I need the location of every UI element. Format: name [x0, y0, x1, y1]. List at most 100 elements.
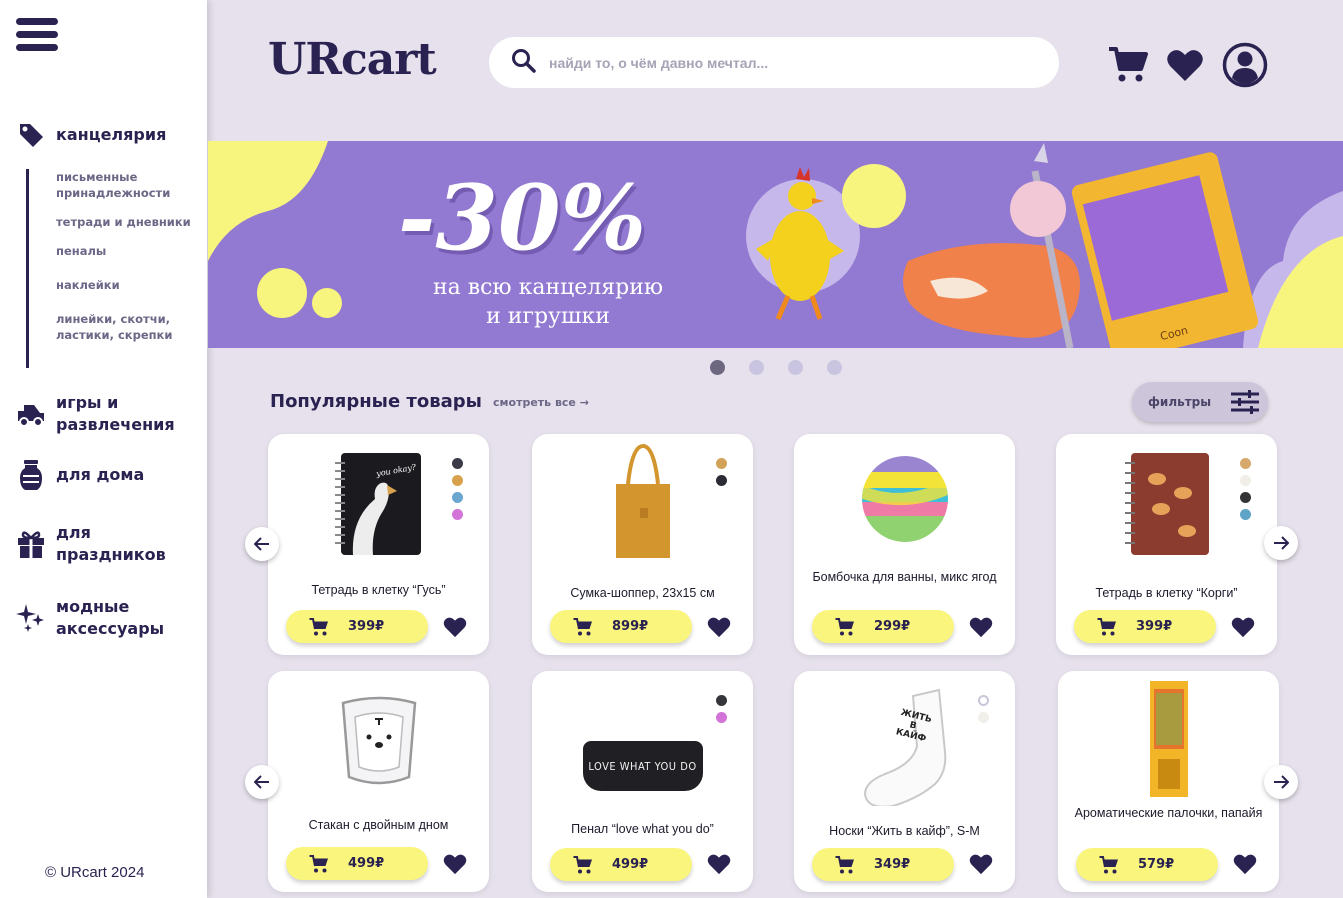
heart-icon[interactable] — [443, 616, 467, 638]
sidebar-item-label: для дома — [56, 465, 145, 484]
filters-label: фильтры — [1148, 395, 1212, 409]
logo[interactable]: URcart — [268, 34, 437, 85]
product-price: 499₽ — [612, 857, 649, 872]
product-card[interactable]: Сумка-шоппер, 23x15 см 899₽ — [532, 434, 753, 655]
pencil-case-print: LOVE WHAT YOU DO — [582, 741, 703, 791]
add-to-cart-button[interactable]: 399₽ — [286, 610, 428, 643]
heart-icon[interactable] — [1233, 853, 1257, 875]
product-price: 299₽ — [874, 619, 911, 634]
toy-car-icon — [16, 399, 46, 429]
sparkles-icon — [16, 603, 46, 633]
color-swatch[interactable] — [452, 509, 463, 520]
sidebar-item-stationery[interactable]: канцелярия — [16, 120, 166, 150]
glass-cup-image — [268, 681, 489, 801]
subcategory-rulers[interactable]: линейки, скотчи, ластики, скрепки — [56, 311, 196, 343]
heart-icon[interactable] — [1231, 616, 1255, 638]
heart-icon[interactable] — [443, 853, 467, 875]
filters-button[interactable]: фильтры — [1132, 382, 1268, 422]
product-card[interactable]: Бомбочка для ванны, микс ягод 299₽ — [794, 434, 1015, 655]
product-card[interactable]: Ароматические палочки, папайя 579₽ — [1058, 671, 1279, 892]
color-swatch[interactable] — [716, 458, 727, 469]
heart-icon[interactable] — [707, 616, 731, 638]
product-card[interactable]: Тетрадь в клетку “Корги” 399₽ — [1056, 434, 1277, 655]
copyright: © URcart 2024 — [45, 864, 145, 881]
heart-icon[interactable] — [969, 616, 993, 638]
product-name: Носки “Жить в кайф”, S-M — [829, 824, 980, 838]
row1-prev-arrow[interactable] — [245, 527, 279, 561]
heart-icon[interactable] — [969, 853, 993, 875]
color-swatch[interactable] — [1240, 492, 1251, 503]
see-all-link[interactable]: смотреть все → — [493, 396, 589, 409]
cart-icon — [573, 617, 592, 635]
color-swatch[interactable] — [1240, 475, 1251, 486]
gift-icon — [16, 529, 46, 559]
subcategory-pencil-cases[interactable]: пеналы — [56, 243, 196, 259]
carousel-dot-2[interactable] — [749, 360, 764, 375]
sliders-icon — [1231, 390, 1260, 414]
vase-icon — [16, 460, 46, 490]
color-swatch[interactable] — [452, 475, 463, 486]
subcategory-notebooks[interactable]: тетради и дневники — [56, 214, 196, 230]
add-to-cart-button[interactable]: 399₽ — [1074, 610, 1216, 643]
subcategory-writing[interactable]: письменные принадлежности — [56, 169, 196, 201]
color-swatches — [1240, 458, 1251, 520]
search-input[interactable] — [549, 54, 1029, 71]
profile-user-icon[interactable] — [1222, 42, 1268, 88]
cart-icon[interactable] — [1105, 42, 1151, 88]
search-bar[interactable] — [489, 37, 1059, 88]
color-swatch[interactable] — [452, 458, 463, 469]
sidebar-item-label: для праздников — [56, 523, 166, 564]
section-title: Популярные товары — [270, 391, 482, 412]
sidebar-item-games[interactable]: игры и развлечения — [16, 392, 186, 436]
row2-next-arrow[interactable] — [1264, 765, 1298, 799]
menu-icon[interactable] — [16, 18, 58, 54]
color-swatches — [452, 458, 463, 520]
promo-banner[interactable]: -30% на всю канцелярию и игрушки Coon — [208, 141, 1343, 348]
cart-icon — [1097, 617, 1116, 635]
color-swatch[interactable] — [978, 695, 989, 706]
sidebar-item-home[interactable]: для дома — [16, 460, 144, 490]
tag-icon — [16, 120, 46, 150]
cart-icon — [835, 855, 854, 873]
product-card[interactable]: ЖИТЬ В КАЙФ Носки “Жить в кайф”, S-M 349… — [794, 671, 1015, 892]
subcategory-stickers[interactable]: наклейки — [56, 277, 196, 293]
row2-prev-arrow[interactable] — [245, 765, 279, 799]
banner-caption: на всю канцелярию и игрушки — [388, 273, 708, 331]
cart-icon — [309, 854, 328, 872]
color-swatch[interactable] — [1240, 458, 1251, 469]
color-swatch[interactable] — [452, 492, 463, 503]
carousel-dot-1[interactable] — [710, 360, 725, 375]
color-swatch[interactable] — [978, 712, 989, 723]
sidebar-item-holidays[interactable]: для праздников — [16, 522, 176, 566]
carousel-dot-3[interactable] — [788, 360, 803, 375]
sidebar-item-accessories[interactable]: модные аксессуары — [16, 596, 186, 640]
add-to-cart-button[interactable]: 499₽ — [286, 847, 428, 880]
product-price: 399₽ — [1136, 619, 1173, 634]
row1-next-arrow[interactable] — [1264, 526, 1298, 560]
product-name: Пенал “love what you do” — [571, 822, 714, 836]
heart-icon[interactable] — [707, 853, 731, 875]
product-price: 579₽ — [1138, 857, 1175, 872]
product-price: 399₽ — [348, 619, 385, 634]
product-name: Стакан с двойным дном — [308, 818, 449, 832]
carousel-dot-4[interactable] — [827, 360, 842, 375]
cart-icon — [835, 617, 854, 635]
color-swatch[interactable] — [1240, 509, 1251, 520]
favorites-heart-icon[interactable] — [1162, 42, 1208, 88]
arrow-right-icon — [1274, 536, 1289, 550]
color-swatch[interactable] — [716, 475, 727, 486]
add-to-cart-button[interactable]: 299₽ — [812, 610, 954, 643]
product-card[interactable]: LOVE WHAT YOU DO Пенал “love what you do… — [532, 671, 753, 892]
search-icon — [511, 48, 537, 78]
product-name: Ароматические палочки, папайя — [1074, 806, 1263, 820]
banner-line-2: и игрушки — [486, 304, 610, 329]
color-swatch[interactable] — [716, 695, 727, 706]
add-to-cart-button[interactable]: 899₽ — [550, 610, 692, 643]
cart-icon — [573, 855, 592, 873]
add-to-cart-button[interactable]: 579₽ — [1076, 848, 1218, 881]
product-card[interactable]: Тетрадь в клетку “Гусь” 399₽ — [268, 434, 489, 655]
add-to-cart-button[interactable]: 349₽ — [812, 848, 954, 881]
product-card[interactable]: Стакан с двойным дном 499₽ — [268, 671, 489, 892]
add-to-cart-button[interactable]: 499₽ — [550, 848, 692, 881]
color-swatch[interactable] — [716, 712, 727, 723]
